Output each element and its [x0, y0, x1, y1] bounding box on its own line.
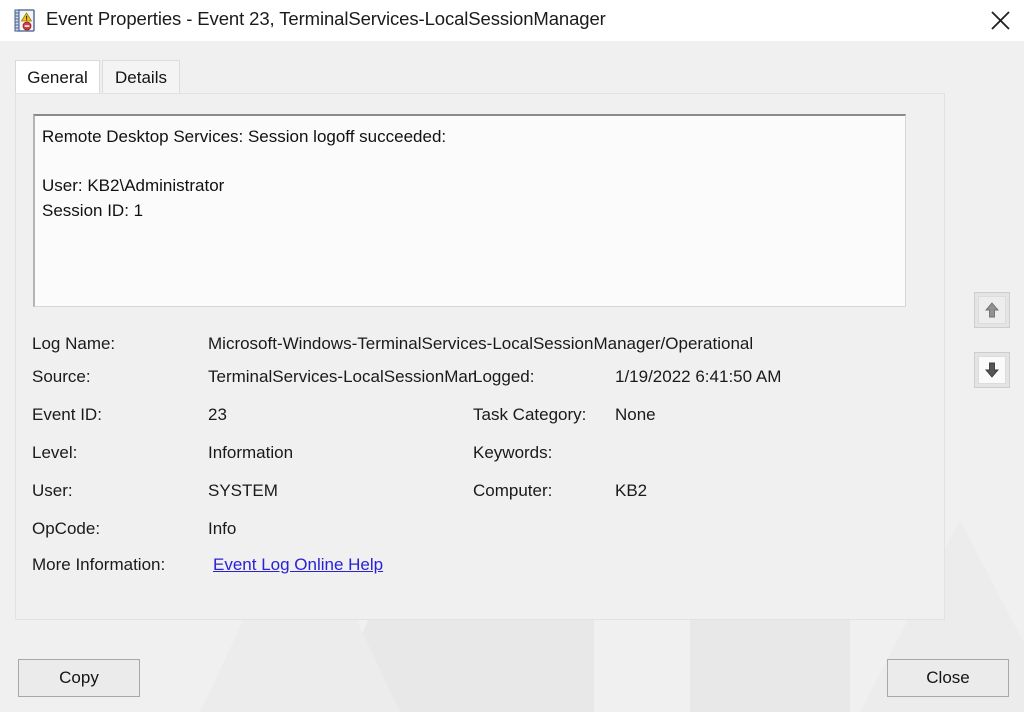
tab-strip: Details General: [0, 41, 1024, 94]
user-value: SYSTEM: [208, 481, 278, 501]
task-category-label: Task Category:: [473, 405, 586, 425]
copy-button[interactable]: Copy: [18, 659, 140, 697]
event-id-value: 23: [208, 405, 227, 425]
window-titlebar: Event Properties - Event 23, TerminalSer…: [0, 0, 1024, 41]
table-row: User: SYSTEM Computer: KB2: [32, 481, 922, 514]
keywords-label: Keywords:: [473, 443, 552, 463]
table-row: More Information: Event Log Online Help: [32, 555, 922, 588]
computer-value: KB2: [615, 481, 647, 501]
previous-event-button[interactable]: [974, 292, 1010, 328]
copy-button-label: Copy: [59, 668, 99, 688]
logged-value: 1/19/2022 6:41:50 AM: [615, 367, 781, 387]
computer-label: Computer:: [473, 481, 552, 501]
user-label: User:: [32, 481, 73, 501]
table-row: Log Name: Microsoft-Windows-TerminalServ…: [32, 334, 922, 367]
source-value: TerminalServices-LocalSessionManager: [208, 367, 476, 387]
arrow-up-icon: [978, 296, 1006, 324]
level-value: Information: [208, 443, 293, 463]
arrow-down-icon: [978, 356, 1006, 384]
opcode-label: OpCode:: [32, 519, 100, 539]
tab-general[interactable]: General: [15, 60, 100, 96]
event-details-grid: Log Name: Microsoft-Windows-TerminalServ…: [32, 334, 922, 584]
next-event-button[interactable]: [974, 352, 1010, 388]
window-title: Event Properties - Event 23, TerminalSer…: [46, 8, 606, 30]
close-button[interactable]: Close: [887, 659, 1009, 697]
source-label: Source:: [32, 367, 91, 387]
tab-general-label: General: [27, 68, 87, 88]
close-icon[interactable]: [976, 0, 1024, 41]
more-information-label: More Information:: [32, 555, 165, 575]
table-row: Source: TerminalServices-LocalSessionMan…: [32, 367, 922, 400]
level-label: Level:: [32, 443, 77, 463]
log-name-label: Log Name:: [32, 334, 115, 354]
close-button-label: Close: [926, 668, 969, 688]
event-description-text: Remote Desktop Services: Session logoff …: [35, 116, 905, 223]
event-description-box[interactable]: Remote Desktop Services: Session logoff …: [33, 114, 906, 307]
log-name-value: Microsoft-Windows-TerminalServices-Local…: [208, 334, 908, 354]
logged-label: Logged:: [473, 367, 534, 387]
table-row: Level: Information Keywords:: [32, 443, 922, 476]
opcode-value: Info: [208, 519, 236, 539]
tab-details[interactable]: Details: [102, 60, 180, 94]
task-category-value: None: [615, 405, 656, 425]
table-row: Event ID: 23 Task Category: None: [32, 405, 922, 438]
table-row: OpCode: Info: [32, 519, 922, 552]
tab-details-label: Details: [115, 68, 167, 88]
event-log-online-help-link[interactable]: Event Log Online Help: [213, 555, 383, 575]
event-log-icon: [14, 9, 36, 32]
event-id-label: Event ID:: [32, 405, 102, 425]
